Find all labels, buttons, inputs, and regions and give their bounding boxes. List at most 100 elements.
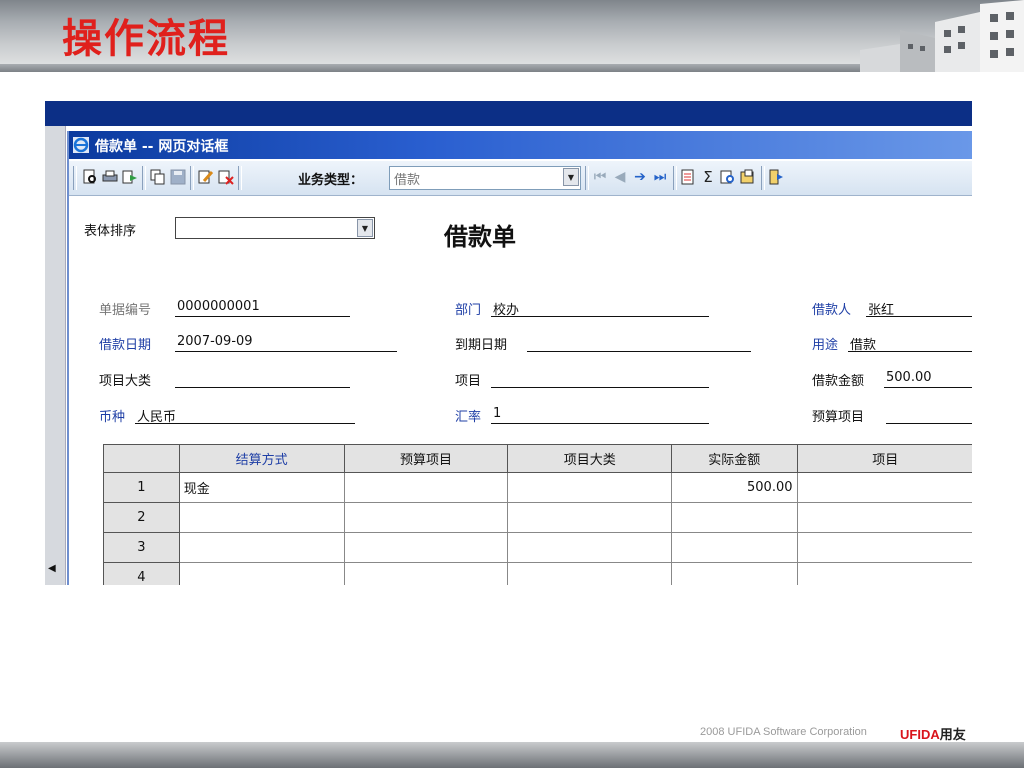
slide-title: 操作流程 [62,16,230,62]
date-label: 借款日期 [99,338,152,353]
date-value: 2007-09-09 [177,334,253,349]
copy-icon[interactable] [149,168,167,186]
sort-label: 表体排序 [84,224,137,239]
cell-settlement[interactable] [178,502,345,533]
collapse-arrow-icon[interactable]: ◀ [48,563,56,574]
cell-project[interactable] [796,472,972,503]
cell-proj-cat[interactable] [507,532,673,563]
cell-actual-amount[interactable] [671,502,798,533]
cell-project[interactable] [796,502,972,533]
currency-value: 人民币 [137,410,177,425]
currency-input[interactable]: 人民币 [135,406,355,425]
attachment-icon[interactable] [739,168,757,186]
app-screenshot: ◀ 借款单 -- 网页对话框 业务类型： 借款 ▼ ⏮ ◀ ➔ ⏭ Σ 表体排序… [45,101,972,585]
table-row[interactable]: 4 [103,562,972,585]
cell-budget[interactable] [343,532,509,563]
chevron-down-icon[interactable]: ▼ [357,219,373,237]
cell-proj-cat[interactable] [507,472,673,503]
cell-actual-amount[interactable]: 500.00 [671,472,798,503]
cell-project[interactable] [796,562,972,585]
table-row[interactable]: 1 现金 500.00 [103,472,972,503]
amount-input[interactable]: 500.00 [884,370,972,388]
purpose-value: 借款 [850,338,877,353]
cell-actual-amount[interactable] [671,532,798,563]
footer-copyright: 2008 UFIDA Software Corporation [700,726,867,738]
toolbar-separator [673,166,677,190]
ufida-logo: UFIDA用友 [900,724,966,743]
due-date-input[interactable] [527,334,751,352]
cell-actual-amount[interactable] [671,562,798,585]
toolbar: 业务类型： 借款 ▼ ⏮ ◀ ➔ ⏭ Σ [69,161,972,196]
chevron-down-icon[interactable]: ▼ [563,168,579,186]
rate-label: 汇率 [455,410,482,425]
ufida-logo-text: UFIDA [900,727,940,742]
toolbar-separator [142,166,146,190]
row-number: 1 [103,472,180,503]
document-icon[interactable] [679,168,697,186]
export-icon[interactable] [121,168,139,186]
borrower-input[interactable]: 张红 [866,299,972,318]
cell-budget[interactable] [343,562,509,585]
doc-no-input[interactable]: 0000000001 [175,299,350,317]
purpose-input[interactable]: 借款 [848,334,972,353]
exit-icon[interactable] [767,168,785,186]
proj-cat-input[interactable] [175,370,350,388]
ufida-logo-cn: 用友 [939,727,966,742]
cell-project[interactable] [796,532,972,563]
row-number: 2 [103,502,180,533]
edit-icon[interactable] [197,168,215,186]
amount-label: 借款金额 [812,374,865,389]
grid-header-settlement[interactable]: 结算方式 [178,444,345,473]
grid-header-budget[interactable]: 预算项目 [343,444,509,473]
biz-type-select[interactable]: 借款 ▼ [389,166,581,190]
cell-proj-cat[interactable] [507,562,673,585]
preview-icon[interactable] [81,168,99,186]
detail-grid: 结算方式 预算项目 项目大类 实际金额 项目 1 现金 500.00 2 3 4 [103,444,972,585]
grid-header-proj-cat[interactable]: 项目大类 [507,444,673,473]
rate-input[interactable]: 1 [491,406,709,424]
query-icon[interactable] [719,168,737,186]
browser-nav-bar [45,101,972,126]
cell-budget[interactable] [343,502,509,533]
first-record-icon[interactable]: ⏮ [591,168,609,186]
project-input[interactable] [491,370,709,388]
cell-settlement[interactable] [178,532,345,563]
dialog-titlebar: 借款单 -- 网页对话框 [69,131,972,159]
form-title: 借款单 [444,222,516,251]
doc-no-value: 0000000001 [177,299,260,314]
sort-select[interactable]: ▼ [175,217,375,239]
sum-icon[interactable]: Σ [699,168,717,186]
biz-type-value: 借款 [394,173,421,188]
amount-value: 500.00 [886,370,932,385]
loan-dialog: 借款单 -- 网页对话框 业务类型： 借款 ▼ ⏮ ◀ ➔ ⏭ Σ 表体排序 ▼… [67,131,972,585]
cell-settlement[interactable]: 现金 [178,472,345,503]
row-number: 3 [103,532,180,563]
cell-proj-cat[interactable] [507,502,673,533]
prev-record-icon[interactable]: ◀ [611,168,629,186]
delete-icon[interactable] [217,168,235,186]
toolbar-separator [190,166,194,190]
toolbar-separator [238,166,242,190]
row-number: 4 [103,562,180,585]
budget-input[interactable] [886,406,972,424]
proj-cat-label: 项目大类 [99,374,152,389]
dept-input[interactable]: 校办 [491,299,709,318]
cell-budget[interactable] [343,472,509,503]
table-row[interactable]: 3 [103,532,972,563]
save-icon[interactable] [169,168,187,186]
table-row[interactable]: 2 [103,502,972,533]
grid-header-project[interactable]: 项目 [796,444,972,473]
toolbar-separator [73,166,77,190]
next-record-icon[interactable]: ➔ [631,168,649,186]
print-icon[interactable] [101,168,119,186]
date-input[interactable]: 2007-09-09 [175,334,397,352]
slide-footer-bar [0,742,1024,768]
last-record-icon[interactable]: ⏭ [651,168,669,186]
project-label: 项目 [455,374,482,389]
budget-label: 预算项目 [812,410,865,425]
toolbar-separator [585,166,589,190]
toolbar-separator [761,166,765,190]
grid-header-actual-amount[interactable]: 实际金额 [671,444,798,473]
dept-value: 校办 [493,303,520,318]
cell-settlement[interactable] [178,562,345,585]
